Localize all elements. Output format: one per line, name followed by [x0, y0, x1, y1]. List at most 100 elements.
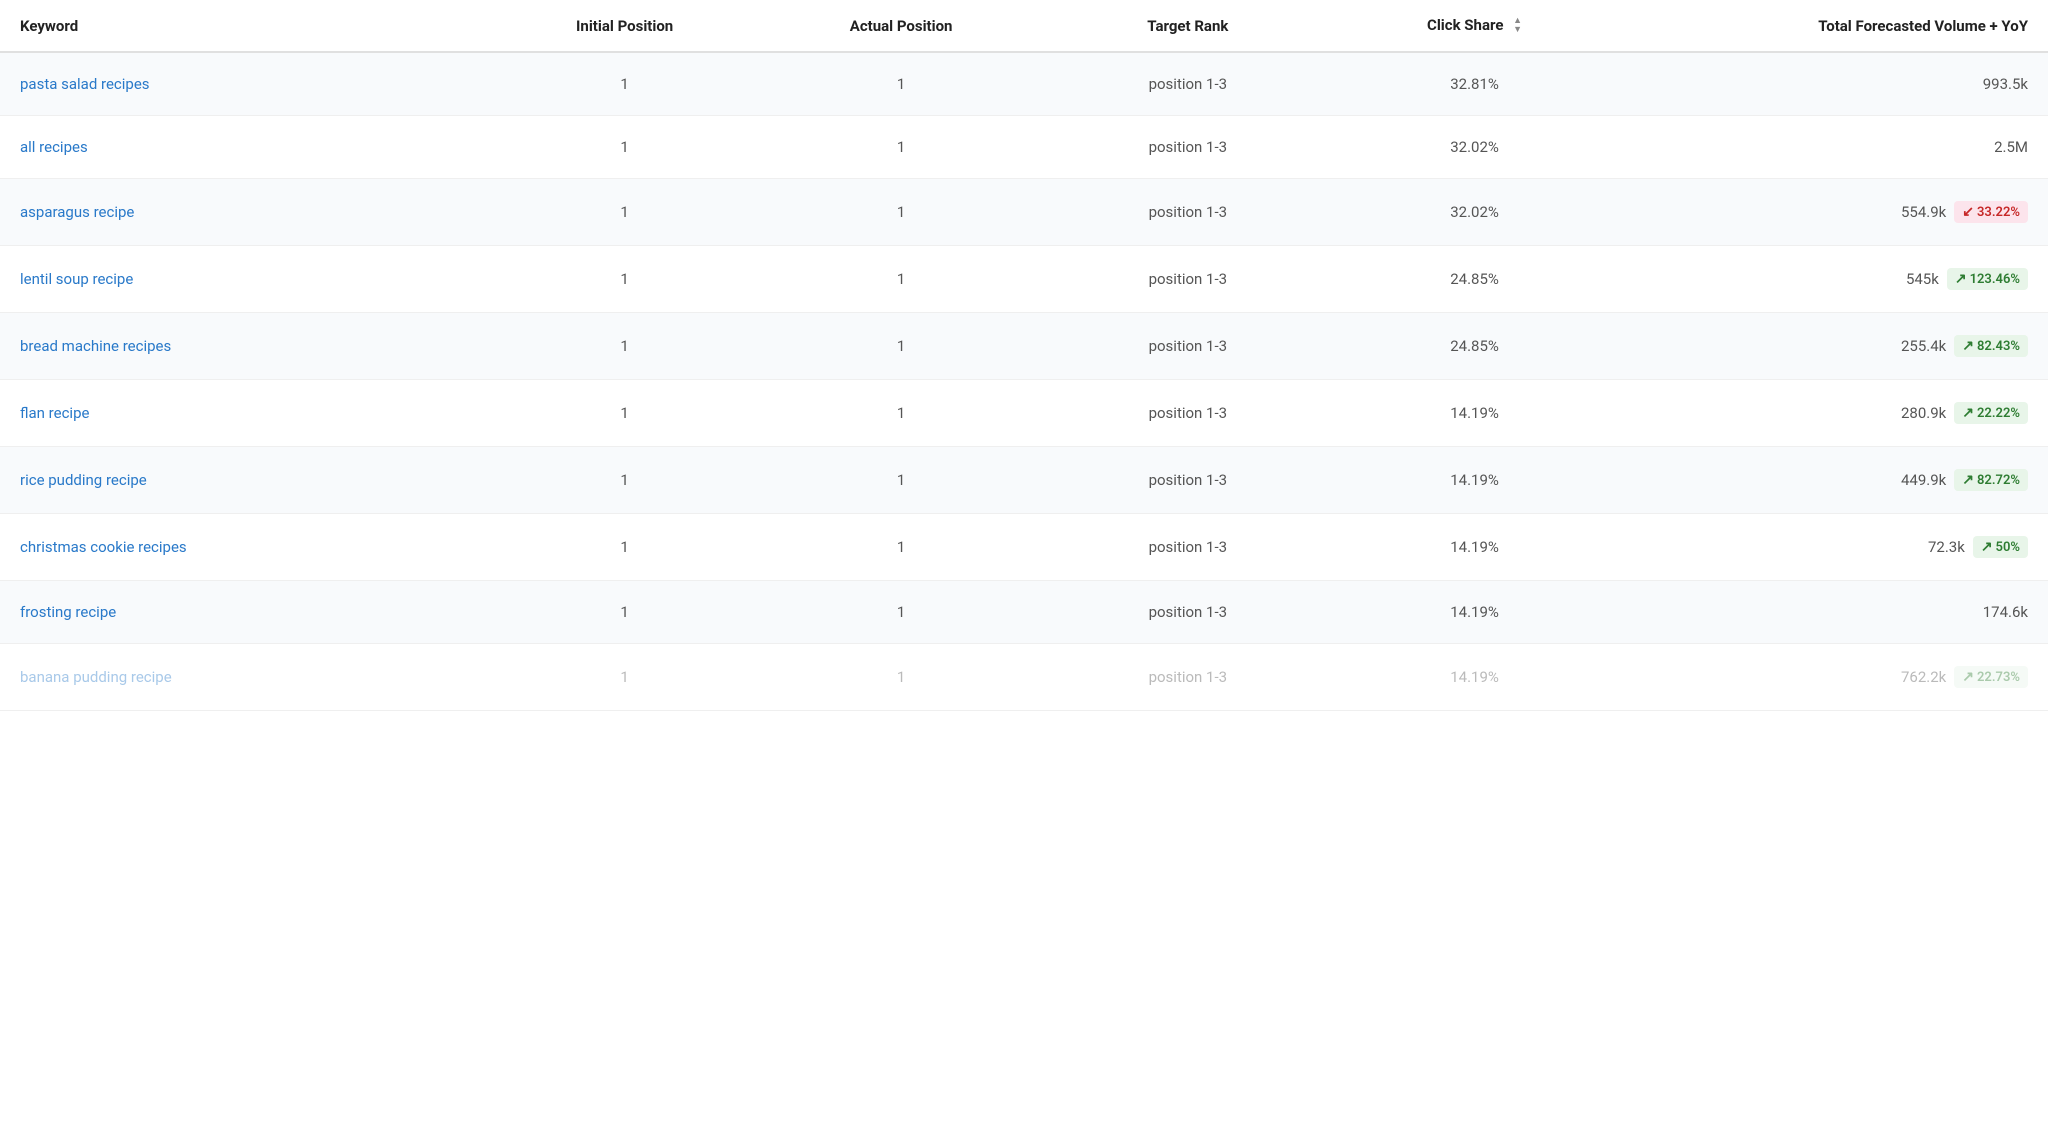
- forecast-number: 2.5M: [1994, 138, 2028, 156]
- yoy-badge: ↗22.22%: [1954, 402, 2028, 424]
- table-row: flan recipe11position 1-314.19%280.9k↗22…: [0, 380, 2048, 447]
- keyword-link[interactable]: rice pudding recipe: [20, 471, 147, 489]
- initial-position-cell: 1: [492, 116, 758, 179]
- target-rank-cell: position 1-3: [1044, 52, 1331, 116]
- forecast-number: 993.5k: [1983, 75, 2028, 93]
- target-rank-cell: position 1-3: [1044, 116, 1331, 179]
- forecast-number: 174.6k: [1983, 603, 2028, 621]
- initial-position-cell: 1: [492, 447, 758, 514]
- target-rank-cell: position 1-3: [1044, 644, 1331, 711]
- yoy-badge: ↙33.22%: [1954, 201, 2028, 223]
- initial-position-cell: 1: [492, 52, 758, 116]
- forecast-number: 449.9k: [1901, 471, 1946, 489]
- forecast-cell: 449.9k ↗82.72%: [1618, 447, 2048, 514]
- target-rank-cell: position 1-3: [1044, 380, 1331, 447]
- keyword-link[interactable]: christmas cookie recipes: [20, 538, 187, 556]
- target-rank-cell: position 1-3: [1044, 179, 1331, 246]
- keyword-cell[interactable]: frosting recipe: [0, 581, 492, 644]
- keyword-cell[interactable]: banana pudding recipe: [0, 644, 492, 711]
- arrow-up-icon: ↗: [1962, 338, 1974, 354]
- keyword-link[interactable]: lentil soup recipe: [20, 270, 133, 288]
- initial-position-cell: 1: [492, 644, 758, 711]
- keyword-cell[interactable]: pasta salad recipes: [0, 52, 492, 116]
- keyword-table: Keyword Initial Position Actual Position…: [0, 0, 2048, 711]
- forecast-cell: 280.9k↗22.22%: [1618, 380, 2048, 447]
- target-rank-cell: position 1-3: [1044, 581, 1331, 644]
- initial-position-cell: 1: [492, 179, 758, 246]
- table-row: all recipes11position 1-332.02%2.5M: [0, 116, 2048, 179]
- keyword-cell[interactable]: lentil soup recipe: [0, 246, 492, 313]
- yoy-badge: ↗50%: [1973, 536, 2028, 558]
- table-row: bread machine recipes11position 1-324.85…: [0, 313, 2048, 380]
- click-share-cell: 24.85%: [1331, 246, 1618, 313]
- click-share-cell: 32.02%: [1331, 116, 1618, 179]
- header-actual-position: Actual Position: [758, 0, 1045, 52]
- header-forecast: Total Forecasted Volume + YoY: [1618, 0, 2048, 52]
- click-share-cell: 14.19%: [1331, 581, 1618, 644]
- keyword-cell[interactable]: asparagus recipe: [0, 179, 492, 246]
- header-target-rank: Target Rank: [1044, 0, 1331, 52]
- forecast-cell: 255.4k↗82.43%: [1618, 313, 2048, 380]
- initial-position-cell: 1: [492, 313, 758, 380]
- keyword-link[interactable]: all recipes: [20, 138, 88, 156]
- click-share-cell: 32.81%: [1331, 52, 1618, 116]
- target-rank-cell: position 1-3: [1044, 447, 1331, 514]
- keyword-link[interactable]: asparagus recipe: [20, 203, 134, 221]
- yoy-badge: ↗82.43%: [1954, 335, 2028, 357]
- click-share-cell: 14.19%: [1331, 644, 1618, 711]
- yoy-badge: ↗22.73%: [1954, 666, 2028, 688]
- badge-text: 50%: [1996, 540, 2020, 555]
- arrow-up-icon: ↗: [1962, 405, 1974, 421]
- initial-position-cell: 1: [492, 581, 758, 644]
- keyword-link[interactable]: bread machine recipes: [20, 337, 171, 355]
- forecast-cell: 554.9k ↙33.22%: [1618, 179, 2048, 246]
- forecast-number: 545k: [1906, 270, 1939, 288]
- initial-position-cell: 1: [492, 246, 758, 313]
- arrow-down-icon: ↙: [1962, 204, 1974, 220]
- target-rank-cell: position 1-3: [1044, 313, 1331, 380]
- initial-position-cell: 1: [492, 514, 758, 581]
- header-initial-position: Initial Position: [492, 0, 758, 52]
- forecast-number: 762.2k: [1901, 668, 1946, 686]
- keyword-cell[interactable]: christmas cookie recipes: [0, 514, 492, 581]
- badge-text: 33.22%: [1977, 205, 2020, 220]
- header-click-share[interactable]: Click Share ▲ ▼: [1331, 0, 1618, 52]
- arrow-up-icon: ↗: [1962, 472, 1974, 488]
- arrow-up-icon: ↗: [1955, 271, 1967, 287]
- keyword-link[interactable]: banana pudding recipe: [20, 668, 172, 686]
- arrow-up-icon: ↗: [1981, 539, 1993, 555]
- keyword-link[interactable]: flan recipe: [20, 404, 89, 422]
- target-rank-cell: position 1-3: [1044, 514, 1331, 581]
- badge-text: 123.46%: [1970, 272, 2020, 287]
- forecast-cell: 174.6k: [1618, 581, 2048, 644]
- click-share-cell: 24.85%: [1331, 313, 1618, 380]
- actual-position-cell: 1: [758, 52, 1045, 116]
- click-share-cell: 14.19%: [1331, 447, 1618, 514]
- click-share-cell: 32.02%: [1331, 179, 1618, 246]
- forecast-cell: 545k ↗123.46%: [1618, 246, 2048, 313]
- actual-position-cell: 1: [758, 116, 1045, 179]
- actual-position-cell: 1: [758, 313, 1045, 380]
- badge-text: 22.73%: [1977, 670, 2020, 685]
- sort-icon[interactable]: ▲ ▼: [1513, 17, 1522, 35]
- forecast-number: 554.9k: [1901, 203, 1946, 221]
- actual-position-cell: 1: [758, 447, 1045, 514]
- actual-position-cell: 1: [758, 380, 1045, 447]
- keyword-cell[interactable]: bread machine recipes: [0, 313, 492, 380]
- forecast-cell: 993.5k: [1618, 52, 2048, 116]
- keyword-cell[interactable]: all recipes: [0, 116, 492, 179]
- header-keyword: Keyword: [0, 0, 492, 52]
- click-share-cell: 14.19%: [1331, 514, 1618, 581]
- actual-position-cell: 1: [758, 179, 1045, 246]
- table-row: frosting recipe11position 1-314.19%174.6…: [0, 581, 2048, 644]
- keyword-table-container: Keyword Initial Position Actual Position…: [0, 0, 2048, 711]
- forecast-cell: 762.2k ↗22.73%: [1618, 644, 2048, 711]
- keyword-cell[interactable]: flan recipe: [0, 380, 492, 447]
- keyword-link[interactable]: frosting recipe: [20, 603, 116, 621]
- table-row: banana pudding recipe11position 1-314.19…: [0, 644, 2048, 711]
- keyword-link[interactable]: pasta salad recipes: [20, 75, 150, 93]
- yoy-badge: ↗123.46%: [1947, 268, 2028, 290]
- yoy-badge: ↗82.72%: [1954, 469, 2028, 491]
- forecast-number: 72.3k: [1928, 538, 1965, 556]
- keyword-cell[interactable]: rice pudding recipe: [0, 447, 492, 514]
